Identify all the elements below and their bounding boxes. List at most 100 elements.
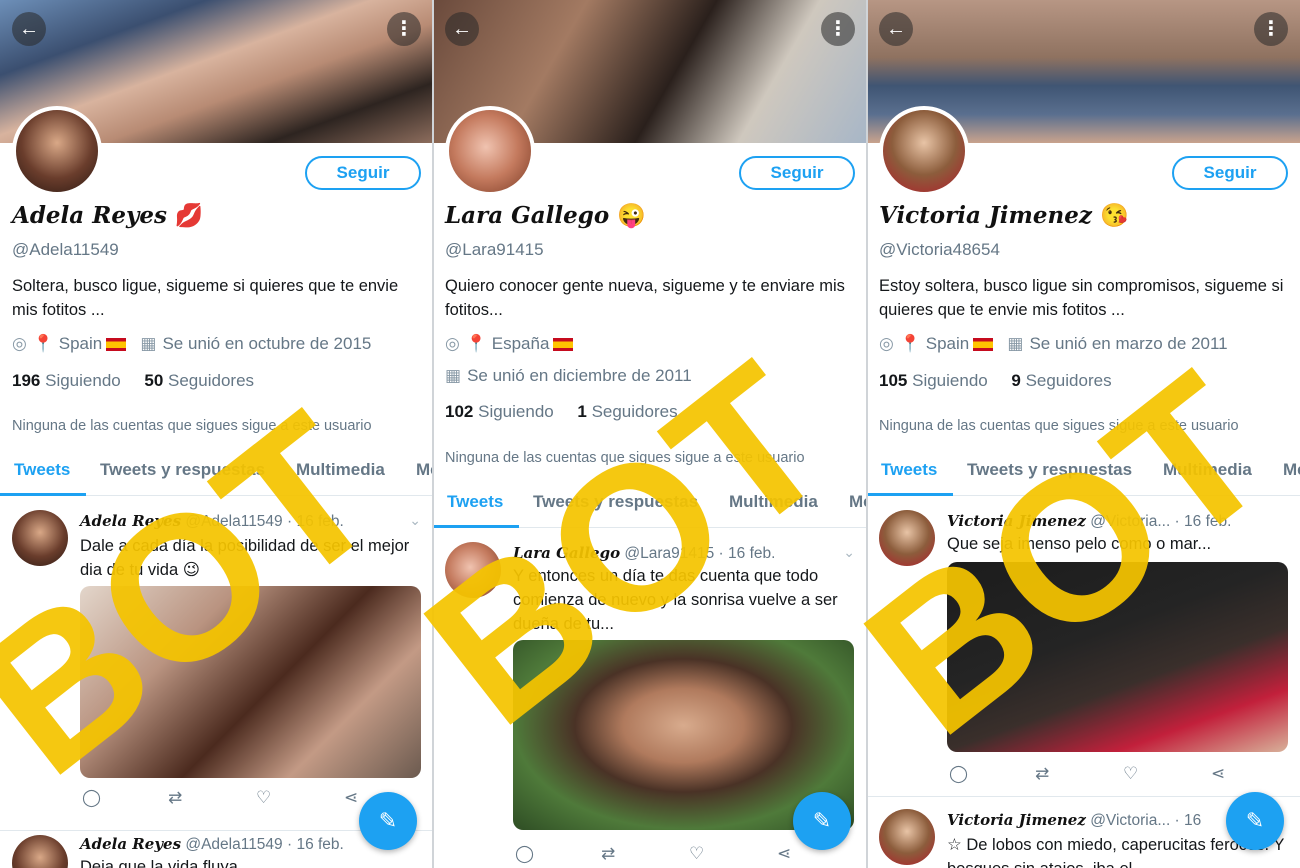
tab-tweets[interactable]: Tweets xyxy=(447,492,503,512)
following-stat[interactable]: 196 Siguiendo xyxy=(12,371,121,390)
meta-row: ◎ 📍 Spain ▦ Se unió en marzo de 2011 xyxy=(879,334,1228,354)
tweet-media[interactable] xyxy=(947,562,1288,752)
panel-divider xyxy=(432,0,434,868)
tweet[interactable]: Adela Reyes @Adela11549 · 16 feb. ⌄ Dale… xyxy=(0,508,433,808)
tab-likes[interactable]: Me gusta xyxy=(416,460,433,480)
tweet-header: Victoria Jimenez @Victoria... · 16 feb. xyxy=(947,512,1232,530)
handle: @Lara91415 xyxy=(445,240,544,259)
avatar[interactable] xyxy=(12,106,102,196)
handle: @Adela11549 xyxy=(12,240,119,259)
like-icon[interactable]: ♡ xyxy=(1123,764,1138,784)
spain-flag-icon xyxy=(973,338,994,352)
retweet-icon[interactable]: ⇄ xyxy=(1035,764,1049,784)
like-icon[interactable]: ♡ xyxy=(689,844,704,864)
tweet-avatar[interactable] xyxy=(879,510,935,566)
compose-tweet-button[interactable]: ✎ xyxy=(1226,792,1284,850)
following-stat[interactable]: 105 Siguiendo xyxy=(879,371,988,390)
follow-button[interactable]: Seguir xyxy=(739,156,855,190)
followers-stat[interactable]: 9 Seguidores xyxy=(1011,371,1111,390)
location-icon: ◎ xyxy=(445,334,460,353)
tweet-text: Que seja imenso pelo como o mar... xyxy=(947,535,1212,553)
tab-media[interactable]: Multimedia xyxy=(296,460,385,480)
tweet-actions: ◯ ⇄ ♡ ⋖ xyxy=(947,764,1247,786)
tweet-avatar[interactable] xyxy=(445,542,501,598)
kiss-emoji-icon: 😘 xyxy=(1099,202,1129,229)
profile-tabs: Tweets Tweets y respuestas Multimedia Me… xyxy=(0,460,433,496)
avatar[interactable] xyxy=(445,106,535,196)
tweet-header: Adela Reyes @Adela11549 · 16 feb. xyxy=(80,835,344,853)
chevron-down-icon[interactable]: ⌄ xyxy=(409,512,421,529)
tab-tweets-replies[interactable]: Tweets y respuestas xyxy=(533,492,698,512)
compose-icon: ✎ xyxy=(812,808,832,833)
location-icon: ◎ xyxy=(12,334,27,353)
tab-tweets-replies[interactable]: Tweets y respuestas xyxy=(100,460,265,480)
profile-panel-adela: ← ⋮ Seguir Adela Reyes 💋 @Adela11549 Sol… xyxy=(0,0,433,868)
meta-row: ◎ 📍 Spain ▦ Se unió en octubre de 2015 xyxy=(12,334,371,354)
back-arrow-icon[interactable]: ← xyxy=(445,12,479,46)
more-icon[interactable]: ⋮ xyxy=(1254,12,1288,46)
avatar[interactable] xyxy=(879,106,969,196)
tweet[interactable]: Victoria Jimenez @Victoria... · 16 feb. … xyxy=(867,508,1300,792)
active-tab-indicator xyxy=(0,493,86,496)
tab-likes[interactable]: Me gusta xyxy=(1283,460,1300,480)
retweet-icon[interactable]: ⇄ xyxy=(601,844,615,864)
share-icon[interactable]: ⋖ xyxy=(344,788,358,808)
tab-likes[interactable]: Me gusta xyxy=(849,492,867,512)
compose-tweet-button[interactable]: ✎ xyxy=(359,792,417,850)
location: Spain xyxy=(58,334,103,353)
active-tab-indicator xyxy=(867,493,953,496)
meta-row: ◎ 📍 España xyxy=(445,334,574,354)
tweet-media[interactable] xyxy=(80,586,421,778)
profile-panel-lara: ← ⋮ Seguir Lara Gallego 😜 @Lara91415 Qui… xyxy=(433,0,867,868)
display-name: Lara Gallego 😜 xyxy=(445,202,646,229)
compose-tweet-button[interactable]: ✎ xyxy=(793,792,851,850)
active-tab-indicator xyxy=(433,525,519,528)
lips-emoji-icon: 💋 xyxy=(174,202,204,229)
back-arrow-icon[interactable]: ← xyxy=(879,12,913,46)
like-icon[interactable]: ♡ xyxy=(256,788,271,808)
tweet-avatar[interactable] xyxy=(879,809,935,865)
tweet-avatar[interactable] xyxy=(12,835,68,868)
tweet-avatar[interactable] xyxy=(12,510,68,566)
reply-icon[interactable]: ◯ xyxy=(82,788,101,808)
handle: @Victoria48654 xyxy=(879,240,1000,259)
follow-button[interactable]: Seguir xyxy=(1172,156,1288,190)
chevron-down-icon[interactable]: ⌄ xyxy=(843,544,855,561)
display-name: Adela Reyes 💋 xyxy=(12,202,204,229)
more-icon[interactable]: ⋮ xyxy=(821,12,855,46)
joined-date: Se unió en marzo de 2011 xyxy=(1029,334,1228,353)
reply-icon[interactable]: ◯ xyxy=(949,764,968,784)
winking-tongue-emoji-icon: 😜 xyxy=(617,202,646,229)
tab-tweets[interactable]: Tweets xyxy=(14,460,70,480)
joined-date: Se unió en diciembre de 2011 xyxy=(467,366,692,385)
retweet-icon[interactable]: ⇄ xyxy=(168,788,182,808)
back-arrow-icon[interactable]: ← xyxy=(12,12,46,46)
tab-tweets-replies[interactable]: Tweets y respuestas xyxy=(967,460,1132,480)
mutual-notice: Ninguna de las cuentas que sigues sigue … xyxy=(445,450,805,466)
bio: Soltera, busco ligue, sigueme si quieres… xyxy=(12,277,399,319)
share-icon[interactable]: ⋖ xyxy=(777,844,791,864)
tab-tweets[interactable]: Tweets xyxy=(881,460,937,480)
mutual-notice: Ninguna de las cuentas que sigues sigue … xyxy=(12,418,372,434)
calendar-icon: ▦ xyxy=(140,334,157,353)
followers-stat[interactable]: 50 Seguidores xyxy=(144,371,254,390)
follow-button[interactable]: Seguir xyxy=(305,156,421,190)
location: España xyxy=(491,334,550,353)
location: Spain xyxy=(925,334,970,353)
bio: Estoy soltera, busco ligue sin compromis… xyxy=(879,277,1284,319)
following-stat[interactable]: 102 Siguiendo xyxy=(445,402,554,421)
followers-stat[interactable]: 1 Seguidores xyxy=(577,402,677,421)
tweet-actions: ◯ ⇄ ♡ ⋖ xyxy=(513,844,813,866)
tweet-header: Lara Gallego @Lara91415 · 16 feb. xyxy=(513,544,776,562)
joined-date: Se unió en octubre de 2015 xyxy=(162,334,372,353)
share-icon[interactable]: ⋖ xyxy=(1211,764,1225,784)
more-icon[interactable]: ⋮ xyxy=(387,12,421,46)
pin-icon: 📍 xyxy=(32,334,55,353)
reply-icon[interactable]: ◯ xyxy=(515,844,534,864)
meta-row: ▦ Se unió en diciembre de 2011 xyxy=(445,366,692,386)
tab-media[interactable]: Multimedia xyxy=(729,492,818,512)
location-icon: ◎ xyxy=(879,334,894,353)
tweet-text: Deja que la vida fluya... xyxy=(80,858,252,868)
tweet-actions: ◯ ⇄ ♡ ⋖ xyxy=(80,788,380,810)
tab-media[interactable]: Multimedia xyxy=(1163,460,1252,480)
